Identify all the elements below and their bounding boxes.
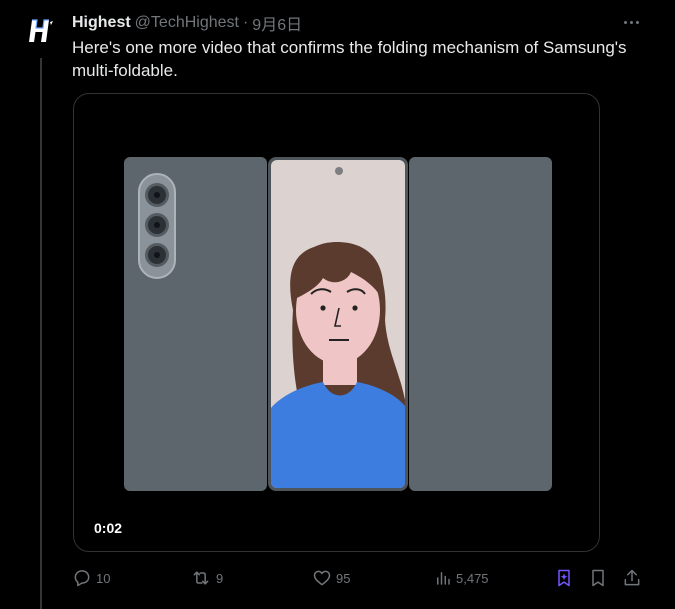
reply-button[interactable]: 10 (72, 566, 110, 590)
grok-icon (558, 569, 570, 587)
phone-screen (271, 160, 405, 488)
phone-back-panel (124, 157, 267, 491)
video-player[interactable]: 0:02 (73, 93, 600, 552)
tweet-text: Here's one more video that confirms the … (72, 38, 627, 80)
camera-lens (145, 213, 169, 237)
reply-icon (74, 570, 90, 587)
person-illustration (271, 242, 405, 488)
views-count: 5,475 (456, 570, 489, 586)
views-icon (437, 572, 450, 585)
tweet-date[interactable]: 9月6日 (252, 11, 302, 35)
grok-button[interactable] (554, 566, 574, 590)
avatar[interactable] (24, 14, 58, 48)
avatar-logo-icon (29, 19, 53, 42)
author-handle[interactable]: @TechHighest (135, 14, 239, 32)
camera-lens (145, 243, 169, 267)
video-timestamp: 0:02 (94, 520, 123, 536)
like-count: 95 (336, 570, 351, 586)
bookmark-icon (592, 569, 604, 587)
repost-count: 9 (216, 570, 224, 586)
thread-line (40, 58, 42, 609)
phone-side-panel (409, 157, 552, 491)
repost-button[interactable]: 9 (190, 566, 223, 590)
camera-lens (145, 183, 169, 207)
phone-screen-panel (268, 157, 408, 491)
more-icon[interactable] (621, 12, 641, 32)
camera-module (138, 173, 176, 279)
reply-count: 10 (96, 570, 111, 586)
author-name[interactable]: Highest (72, 14, 131, 32)
tweet-header: Highest @TechHighest · 9月6日 (72, 12, 655, 34)
like-button[interactable]: 95 (312, 566, 350, 590)
share-icon (624, 569, 640, 586)
repost-icon (193, 571, 209, 585)
like-icon (313, 570, 331, 586)
action-bar: 10 9 95 5,475 (72, 566, 645, 590)
share-button[interactable] (622, 566, 642, 590)
bookmark-button[interactable] (588, 566, 608, 590)
views-button[interactable]: 5,475 (434, 566, 489, 590)
header-separator: · (242, 14, 249, 31)
